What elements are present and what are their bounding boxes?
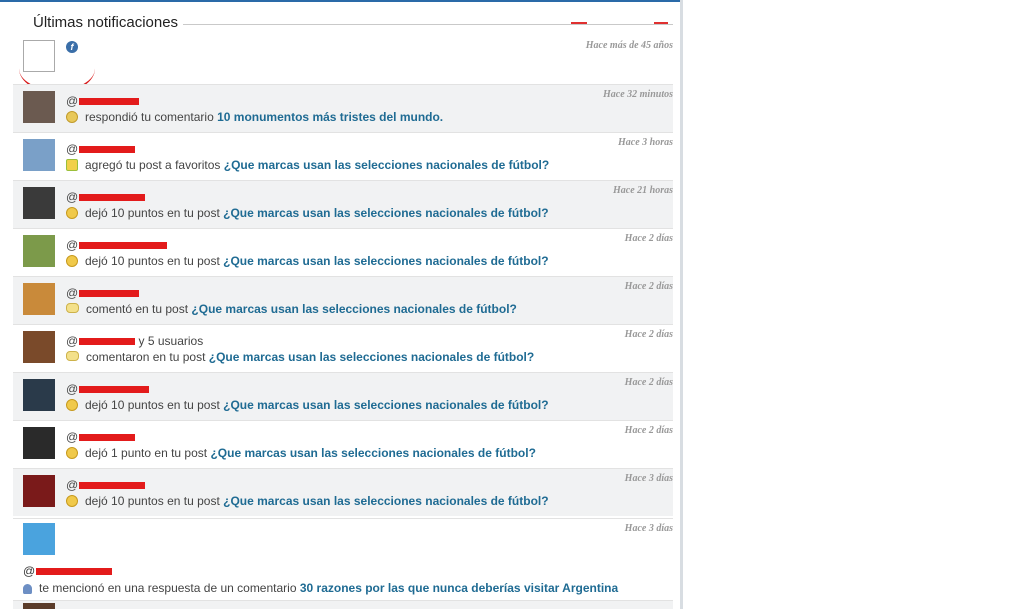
coin-icon [66,207,78,219]
notification-item[interactable]: Hace 32 minutos @ respondió tu comentario … [13,84,673,132]
avatar[interactable] [23,235,55,267]
notification-text: dejó 10 puntos en tu post ¿Que marcas us… [66,206,549,220]
right-divider [680,0,683,609]
post-link[interactable]: ¿Que marcas usan las selecciones naciona… [224,158,549,172]
notification-item[interactable]: Hace 3 horas @ agregó tu post a favoritos … [13,132,673,180]
notification-item[interactable]: Hace 2 días @ dejó 1 punto en tu post ¿Que… [13,420,673,468]
notification-text: dejó 1 punto en tu post ¿Que marcas usan… [66,446,536,460]
avatar[interactable] [23,427,55,459]
notification-item[interactable]: Hace 21 horas @ dejó 10 puntos en tu post … [13,180,673,228]
notification-text: dejó 10 puntos en tu post ¿Que marcas us… [66,254,549,268]
notification-user[interactable]: @ [66,478,146,492]
notification-time: Hace más de 45 años [585,40,673,51]
flash-icon: f [66,41,78,53]
key-icon [66,111,78,123]
notification-user[interactable]: @ [66,142,136,156]
notification-user[interactable]: @ [66,238,168,252]
notification-item[interactable]: Hace 2 días @ dejó 10 puntos en tu post ¿Q… [13,228,673,276]
avatar[interactable] [23,187,55,219]
notification-user[interactable]: @ [66,94,140,108]
post-link[interactable]: 10 monumentos más tristes del mundo. [217,110,443,124]
post-link[interactable]: ¿Que marcas usan las selecciones naciona… [210,446,535,460]
notification-text: respondió tu comentario 10 monumentos má… [66,110,443,124]
redacted-username [79,146,136,154]
notification-time: Hace 2 días [624,281,673,292]
coin-icon [66,447,78,459]
notification-text: te mencionó en una respuesta de un comen… [23,581,618,595]
redacted-username [36,568,113,576]
notification-time: Hace 2 días [624,329,673,340]
post-link[interactable]: ¿Que marcas usan las selecciones naciona… [223,254,548,268]
notification-user[interactable]: @ [66,286,140,300]
notification-user[interactable]: @ [23,564,113,578]
comment-icon [66,351,79,361]
notification-item-partial[interactable] [13,600,673,609]
coin-icon [66,399,78,411]
redacted-username [79,242,168,250]
redacted-username [79,290,140,298]
avatar[interactable] [23,603,55,609]
notification-text: comentaron en tu post ¿Que marcas usan l… [66,350,534,364]
extra-users: y 5 usuarios [138,334,204,348]
avatar[interactable] [23,331,55,363]
avatar[interactable] [23,475,55,507]
notification-text: comentó en tu post ¿Que marcas usan las … [66,302,517,316]
coin-icon [66,255,78,267]
notification-user[interactable]: @ [66,382,150,396]
redacted-username [79,482,146,490]
redacted-username [79,194,146,202]
red-mark [654,22,668,24]
notification-time: Hace 3 días [624,473,673,484]
notification-time: Hace 21 horas [613,185,673,196]
notification-text: dejó 10 puntos en tu post ¿Que marcas us… [66,398,549,412]
post-link[interactable]: ¿Que marcas usan las selecciones naciona… [223,206,548,220]
post-link[interactable]: 30 razones por las que nunca deberías vi… [300,581,618,595]
notifications-panel: Últimas notificaciones f Hace más de 45 … [13,6,673,609]
post-link[interactable]: ¿Que marcas usan las selecciones naciona… [209,350,534,364]
post-link[interactable]: ¿Que marcas usan las selecciones naciona… [223,494,548,508]
notification-item-first[interactable]: f Hace más de 45 años [13,36,673,93]
user-icon [23,584,32,594]
notification-time: Hace 3 horas [618,137,673,148]
notification-user[interactable]: @ y 5 usuarios [66,334,203,348]
post-link[interactable]: ¿Que marcas usan las selecciones naciona… [191,302,516,316]
redacted-username [79,434,136,442]
notification-time: Hace 2 días [624,377,673,388]
notification-item[interactable]: Hace 3 días @ dejó 10 puntos en tu post ¿Q… [13,468,673,516]
notification-time: Hace 2 días [624,425,673,436]
notification-item-mention[interactable]: Hace 3 días @ te mencionó en una respues… [13,518,673,601]
redacted-username [79,386,150,394]
notification-time: Hace 32 minutos [602,89,673,100]
top-accent-line [0,0,682,2]
notification-text: dejó 10 puntos en tu post ¿Que marcas us… [66,494,549,508]
avatar[interactable] [23,139,55,171]
notification-user[interactable]: @ [66,430,136,444]
avatar[interactable] [23,283,55,315]
post-link[interactable]: ¿Que marcas usan las selecciones naciona… [223,398,548,412]
notification-item[interactable]: Hace 2 días @ dejó 10 puntos en tu post ¿Q… [13,372,673,420]
title-divider [183,24,673,25]
notification-text: agregó tu post a favoritos ¿Que marcas u… [66,158,549,172]
avatar[interactable] [23,379,55,411]
notification-user[interactable]: @ [66,190,146,204]
coin-icon [66,495,78,507]
star-add-icon [66,159,78,171]
red-mark [571,22,587,24]
redacted-username [79,338,136,346]
notification-item[interactable]: Hace 2 días @ comentó en tu post ¿Que marc… [13,276,673,324]
notification-item[interactable]: Hace 2 días @ y 5 usuarios comentaron en t… [13,324,673,372]
redacted-username [79,98,140,106]
avatar[interactable] [23,91,55,123]
notification-time: Hace 2 días [624,233,673,244]
comment-icon [66,303,79,313]
avatar[interactable] [23,523,55,555]
notification-time: Hace 3 días [624,523,673,534]
panel-title: Últimas notificaciones [33,14,179,31]
